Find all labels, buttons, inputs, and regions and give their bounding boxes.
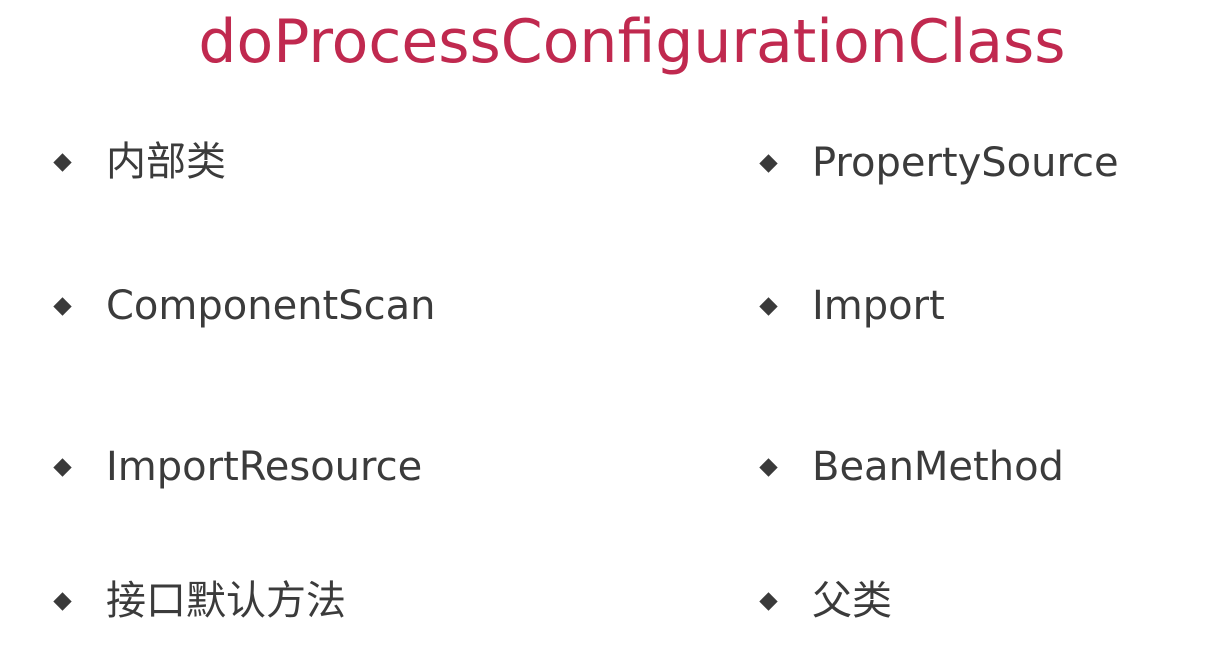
list-item-componentscan: ComponentScan: [52, 276, 435, 336]
diamond-bullet-icon: [759, 591, 778, 611]
list-item-label: PropertySource: [812, 140, 1119, 186]
diamond-bullet-icon: [759, 153, 778, 173]
list-item-label: ImportResource: [106, 444, 423, 490]
list-item-importresource: ImportResource: [52, 437, 422, 497]
list-item-beanmethod: BeanMethod: [758, 437, 1064, 497]
diamond-bullet-icon: [53, 296, 72, 316]
slide: doProcessConfigurationClass 内部类 Componen…: [0, 0, 1206, 670]
list-item-label: Import: [812, 283, 945, 329]
list-item-propertysource: PropertySource: [758, 133, 1119, 193]
list-item-label: 父类: [812, 578, 892, 624]
slide-title: doProcessConfigurationClass: [198, 7, 1066, 77]
list-item-label: ComponentScan: [106, 283, 436, 329]
diamond-bullet-icon: [53, 591, 72, 611]
list-item-label: 内部类: [106, 139, 226, 185]
diamond-bullet-icon: [53, 152, 72, 172]
diamond-bullet-icon: [759, 296, 778, 316]
list-item-inner-class: 内部类: [52, 132, 226, 192]
list-item-label: 接口默认方法: [106, 578, 346, 624]
list-item-import: Import: [758, 276, 945, 336]
diamond-bullet-icon: [53, 457, 72, 477]
diamond-bullet-icon: [759, 457, 778, 477]
list-item-default-interface-method: 接口默认方法: [52, 571, 346, 631]
list-item-label: BeanMethod: [812, 444, 1064, 490]
list-item-parent-class: 父类: [758, 571, 892, 631]
